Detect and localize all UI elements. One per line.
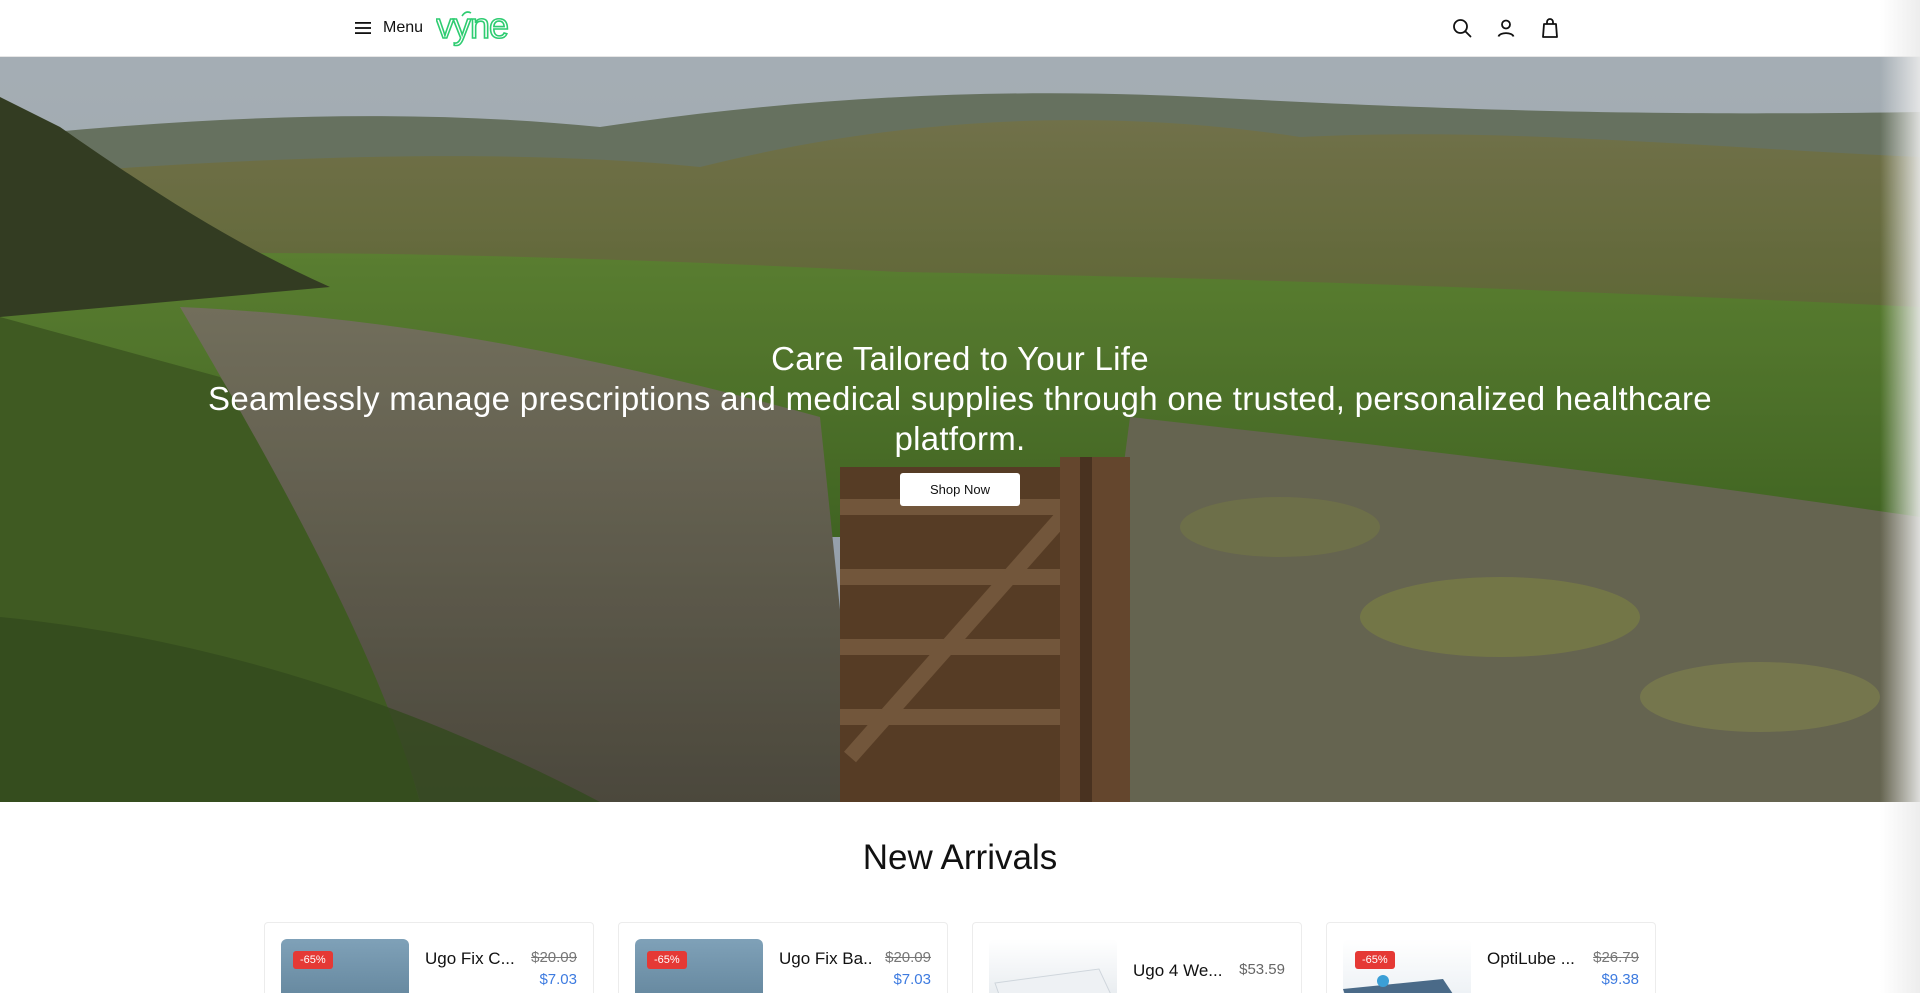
hero-content: Care Tailored to Your Life Seamlessly ma… [0, 339, 1920, 506]
section-title: New Arrivals [862, 838, 1058, 877]
vyne-logo[interactable]: vyne [435, 4, 526, 47]
hero-subtitle: Seamlessly manage prescriptions and medi… [208, 380, 1712, 457]
site-header: Menu vyne [0, 0, 1920, 57]
account-icon[interactable] [1494, 16, 1518, 40]
hamburger-icon [355, 22, 371, 34]
hero-title: Care Tailored to Your Life [771, 340, 1149, 377]
product-card[interactable]: Ugo 4 We... $53.59 [972, 922, 1302, 993]
bag-icon[interactable] [1538, 16, 1562, 40]
original-price: $20.09 [531, 949, 577, 966]
search-icon[interactable] [1450, 16, 1474, 40]
product-image: -65% [635, 939, 763, 993]
product-price: $53.59 [1239, 961, 1285, 978]
product-name: OptiLube ... [1487, 949, 1575, 968]
product-image: -65% [1343, 939, 1471, 993]
product-card[interactable]: -65% Ugo Fix C... $20.09 $7.03 [264, 922, 594, 993]
sale-price: $9.38 [1601, 971, 1639, 988]
product-image: -65% [281, 939, 409, 993]
discount-badge: -65% [1355, 951, 1395, 969]
discount-badge: -65% [293, 951, 333, 969]
product-card[interactable]: -65% OptiLube ... $26.79 $9.38 [1326, 922, 1656, 993]
original-price: $26.79 [1593, 949, 1639, 966]
product-name: Ugo Fix C... [425, 949, 515, 968]
product-image [989, 939, 1117, 993]
menu-label: Menu [383, 19, 424, 36]
sale-price: $7.03 [539, 971, 577, 988]
menu-button[interactable]: Menu [353, 14, 423, 42]
shop-now-button[interactable]: Shop Now [900, 473, 1020, 506]
product-name: Ugo Fix Ba... [779, 949, 871, 968]
hero-banner: Care Tailored to Your Life Seamlessly ma… [0, 57, 1920, 802]
original-price: $20.09 [885, 949, 931, 966]
logo-text: vyne [436, 7, 508, 46]
product-card[interactable]: -65% Ugo Fix Ba... $20.09 $7.03 [618, 922, 948, 993]
product-name: Ugo 4 We... [1133, 961, 1223, 980]
sale-price: $7.03 [893, 971, 931, 988]
discount-badge: -65% [647, 951, 687, 969]
